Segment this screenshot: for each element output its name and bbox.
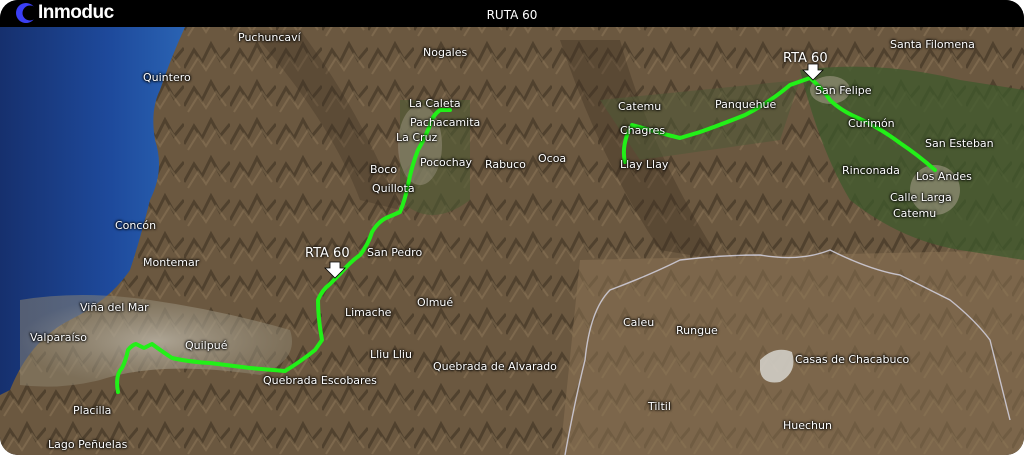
place-label: Santa Filomena — [890, 38, 975, 51]
place-label: Viña del Mar — [80, 301, 149, 314]
route-marker-label: RTA 60 — [305, 246, 350, 261]
place-label: Casas de Chacabuco — [795, 353, 910, 366]
place-label: Ocoa — [538, 152, 567, 165]
place-label: Nogales — [423, 46, 468, 59]
place-label: Llay Llay — [620, 158, 669, 171]
place-label: Caleu — [623, 316, 655, 329]
route-marker-label: RTA 60 — [783, 51, 828, 66]
place-label: Huechun — [783, 419, 832, 432]
place-label: Tiltil — [648, 400, 671, 413]
place-label: Quintero — [143, 71, 191, 84]
place-label: Placilla — [73, 404, 112, 417]
place-label: San Esteban — [925, 137, 994, 150]
place-label: Quebrada de Alvarado — [433, 360, 557, 373]
place-label: Rinconada — [842, 164, 900, 177]
place-label: San Pedro — [367, 246, 423, 259]
place-label: Los Andes — [916, 170, 972, 183]
map-frame: Inmoduc RUTA 60 RTA 60 RTA 60 Puchuncaví… — [0, 0, 1024, 455]
place-label: San Felipe — [815, 84, 872, 97]
place-label: La Caleta — [409, 97, 461, 110]
place-label: Pocochay — [420, 156, 473, 169]
place-label: Calle Larga — [890, 191, 952, 204]
place-label: Puchuncaví — [238, 31, 301, 44]
place-label: Boco — [370, 163, 398, 176]
place-label: Lago Peñuelas — [48, 438, 128, 451]
place-label: Quillota — [372, 182, 415, 195]
place-label: Olmué — [417, 296, 454, 309]
place-label: Quilpué — [185, 339, 228, 352]
place-label: Curimón — [848, 117, 895, 130]
place-label: La Cruz — [396, 131, 438, 144]
place-label: Rungue — [676, 324, 718, 337]
place-label: Montemar — [143, 256, 200, 269]
place-label: Catemu — [618, 100, 662, 113]
place-label: Catemu — [893, 207, 937, 220]
place-label: Chagres — [620, 124, 666, 137]
place-label: Concón — [115, 219, 157, 232]
place-label: Pachacamita — [410, 116, 481, 129]
title-bar: Inmoduc RUTA 60 — [0, 0, 1024, 27]
place-label: Limache — [345, 306, 392, 319]
place-label: Valparaíso — [30, 331, 87, 344]
place-label: Rabuco — [485, 158, 526, 171]
place-label: Panquehue — [715, 98, 777, 111]
page-title: RUTA 60 — [486, 8, 538, 22]
place-label: Quebrada Escobares — [263, 374, 377, 387]
place-label: Lliu Lliu — [370, 348, 412, 361]
